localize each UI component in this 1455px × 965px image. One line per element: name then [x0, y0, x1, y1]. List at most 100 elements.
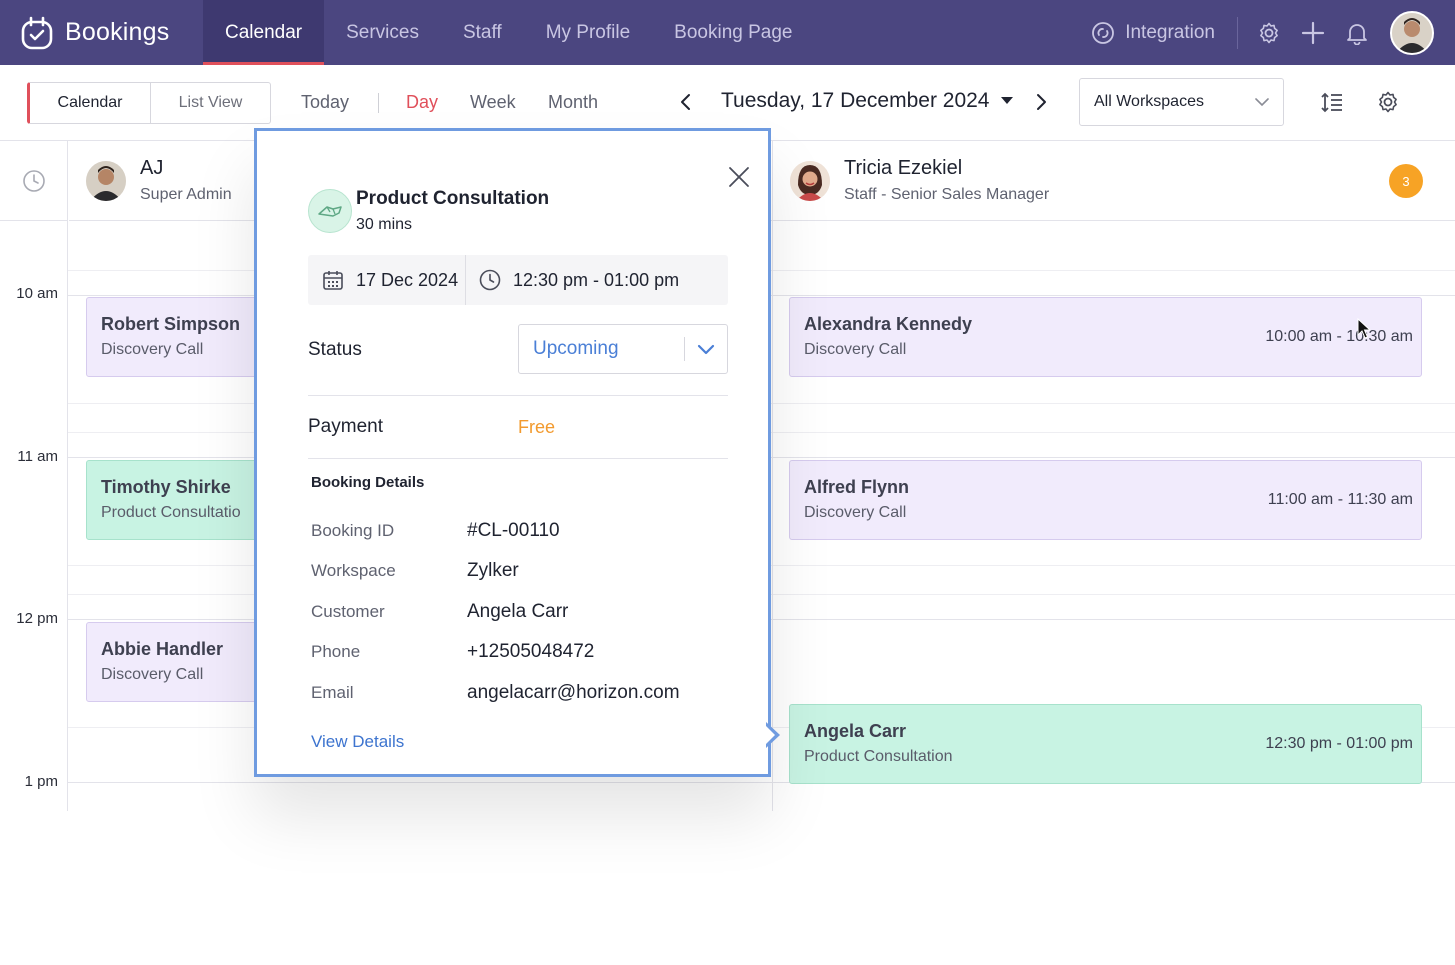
popup-date-value: 17 Dec 2024	[356, 269, 459, 290]
nav-tab-staff[interactable]: Staff	[441, 0, 524, 65]
status-select[interactable]: Upcoming	[518, 324, 728, 374]
booking-id-label: Booking ID	[311, 521, 395, 540]
booking-count-badge: 3	[1389, 164, 1423, 198]
user-avatar[interactable]	[1390, 10, 1434, 55]
popup-service-title: Product Consultation	[356, 188, 550, 209]
booking-details-title: Booking Details	[311, 474, 425, 491]
close-icon[interactable]	[727, 165, 751, 189]
divider	[308, 395, 728, 396]
calendar-icon	[323, 271, 343, 290]
settings-icon[interactable]	[1376, 90, 1400, 114]
staff-header-tricia: Tricia Ezekiel Staff - Senior Sales Mana…	[773, 141, 1455, 221]
integration-icon	[1092, 21, 1115, 44]
payment-label: Payment	[308, 416, 383, 437]
event-card[interactable]: Alfred Flynn Discovery Call 11:00 am - 1…	[789, 460, 1422, 540]
day-view-button[interactable]: Day	[406, 92, 438, 113]
event-card[interactable]: Angela Carr Product Consultation 12:30 p…	[789, 704, 1422, 784]
brand[interactable]: Bookings	[0, 0, 203, 65]
staff-avatar	[790, 160, 830, 201]
view-details-link[interactable]: View Details	[311, 732, 404, 752]
nav-tab-my-profile[interactable]: My Profile	[524, 0, 652, 65]
calendar-view-button[interactable]: Calendar	[30, 83, 151, 123]
event-customer: Timothy Shirke	[101, 477, 231, 497]
integration-button[interactable]: Integration	[1091, 16, 1238, 49]
time-label-12pm: 12 pm	[16, 610, 58, 627]
popup-time: 12:30 pm - 01:00 pm	[466, 269, 679, 291]
chevron-down-icon	[1000, 97, 1013, 104]
workspace-value: Zylker	[467, 560, 519, 581]
event-customer: Robert Simpson	[101, 314, 241, 334]
time-label-1pm: 1 pm	[24, 773, 58, 790]
event-card[interactable]: Robert Simpson Discovery Call	[86, 297, 266, 377]
event-card[interactable]: Abbie Handler Discovery Call	[86, 622, 266, 702]
event-card[interactable]: Alexandra Kennedy Discovery Call 10:00 a…	[789, 297, 1422, 377]
chevron-right-icon[interactable]	[1030, 91, 1052, 113]
popup-duration: 30 mins	[356, 216, 413, 233]
workspace-select-value: All Workspaces	[1094, 93, 1204, 110]
list-view-button[interactable]: List View	[151, 83, 270, 123]
divider	[308, 458, 728, 459]
chevron-down-icon	[697, 344, 715, 355]
event-service: Product Consultatio	[101, 504, 241, 521]
popup-date: 17 Dec 2024	[308, 255, 466, 305]
nav-tab-booking-page[interactable]: Booking Page	[652, 0, 814, 65]
email-label: Email	[311, 683, 354, 702]
density-icon[interactable]	[1320, 90, 1344, 114]
payment-value: Free	[518, 417, 556, 437]
bottom-blank-area	[0, 811, 1455, 965]
month-view-button[interactable]: Month	[548, 92, 598, 113]
event-card[interactable]: Timothy Shirke Product Consultatio	[86, 460, 266, 540]
nav-actions: Integration	[1091, 0, 1455, 65]
time-label-11am: 11 am	[17, 448, 58, 465]
integration-label: Integration	[1125, 21, 1215, 43]
popup-datetime: 17 Dec 2024 12:30 pm - 01:00 pm	[308, 255, 728, 305]
week-view-button[interactable]: Week	[470, 92, 516, 113]
event-time: 12:30 pm - 01:00 pm	[1265, 735, 1413, 752]
customer-label: Customer	[311, 602, 385, 621]
today-button[interactable]: Today	[301, 92, 349, 113]
staff-avatar	[86, 160, 126, 201]
workspace-select[interactable]: All Workspaces	[1079, 78, 1284, 126]
column-divider	[772, 141, 773, 811]
staff-name: Tricia Ezekiel	[844, 157, 963, 179]
popup-pointer-inner	[765, 725, 775, 745]
clock-icon	[22, 169, 45, 192]
mouse-cursor-icon	[1357, 318, 1371, 339]
event-customer: Abbie Handler	[101, 639, 224, 659]
current-date: Tuesday, 17 December 2024	[721, 89, 990, 112]
popup-time-value: 12:30 pm - 01:00 pm	[513, 269, 680, 290]
staff-role: Super Admin	[140, 186, 232, 203]
staff-role: Staff - Senior Sales Manager	[844, 186, 1050, 203]
view-toggle: Calendar List View	[27, 82, 271, 124]
staff-name: AJ	[140, 157, 164, 179]
status-label: Status	[308, 339, 362, 360]
event-time: 11:00 am - 11:30 am	[1267, 491, 1413, 508]
select-separator	[684, 337, 685, 361]
booking-id-value: #CL-00110	[467, 520, 560, 541]
booking-popup: Product Consultation 30 mins 17 Dec 2024…	[254, 128, 771, 777]
nav-tab-calendar[interactable]: Calendar	[203, 0, 325, 65]
event-time: 10:00 am - 10:30 am	[1265, 328, 1413, 345]
chevron-left-icon[interactable]	[675, 91, 697, 113]
email-value: angelacarr@horizon.com	[467, 682, 680, 703]
workspace-label: Workspace	[311, 561, 396, 580]
app-name: Bookings	[65, 18, 170, 46]
nav-tab-services[interactable]: Services	[324, 0, 441, 65]
toolbar-divider	[378, 93, 379, 113]
customer-value: Angela Carr	[467, 601, 569, 622]
time-label-10am: 10 am	[16, 285, 58, 302]
status-select-value: Upcoming	[533, 338, 619, 359]
event-service: Discovery Call	[101, 666, 204, 683]
service-icon	[308, 189, 352, 233]
top-navigation: Bookings Calendar Services Staff My Prof…	[0, 0, 1455, 65]
event-service: Discovery Call	[101, 341, 204, 358]
clock-icon	[479, 269, 501, 291]
phone-label: Phone	[311, 642, 361, 661]
settings-icon[interactable]	[1256, 20, 1282, 46]
plus-icon[interactable]	[1300, 20, 1326, 46]
date-picker[interactable]: Tuesday, 17 December 2024	[721, 89, 1014, 113]
time-column: 10 am 11 am 12 pm 1 pm	[0, 141, 68, 811]
chevron-down-icon	[1255, 98, 1269, 107]
bell-icon[interactable]	[1344, 20, 1370, 46]
bookings-logo-icon	[21, 16, 53, 49]
